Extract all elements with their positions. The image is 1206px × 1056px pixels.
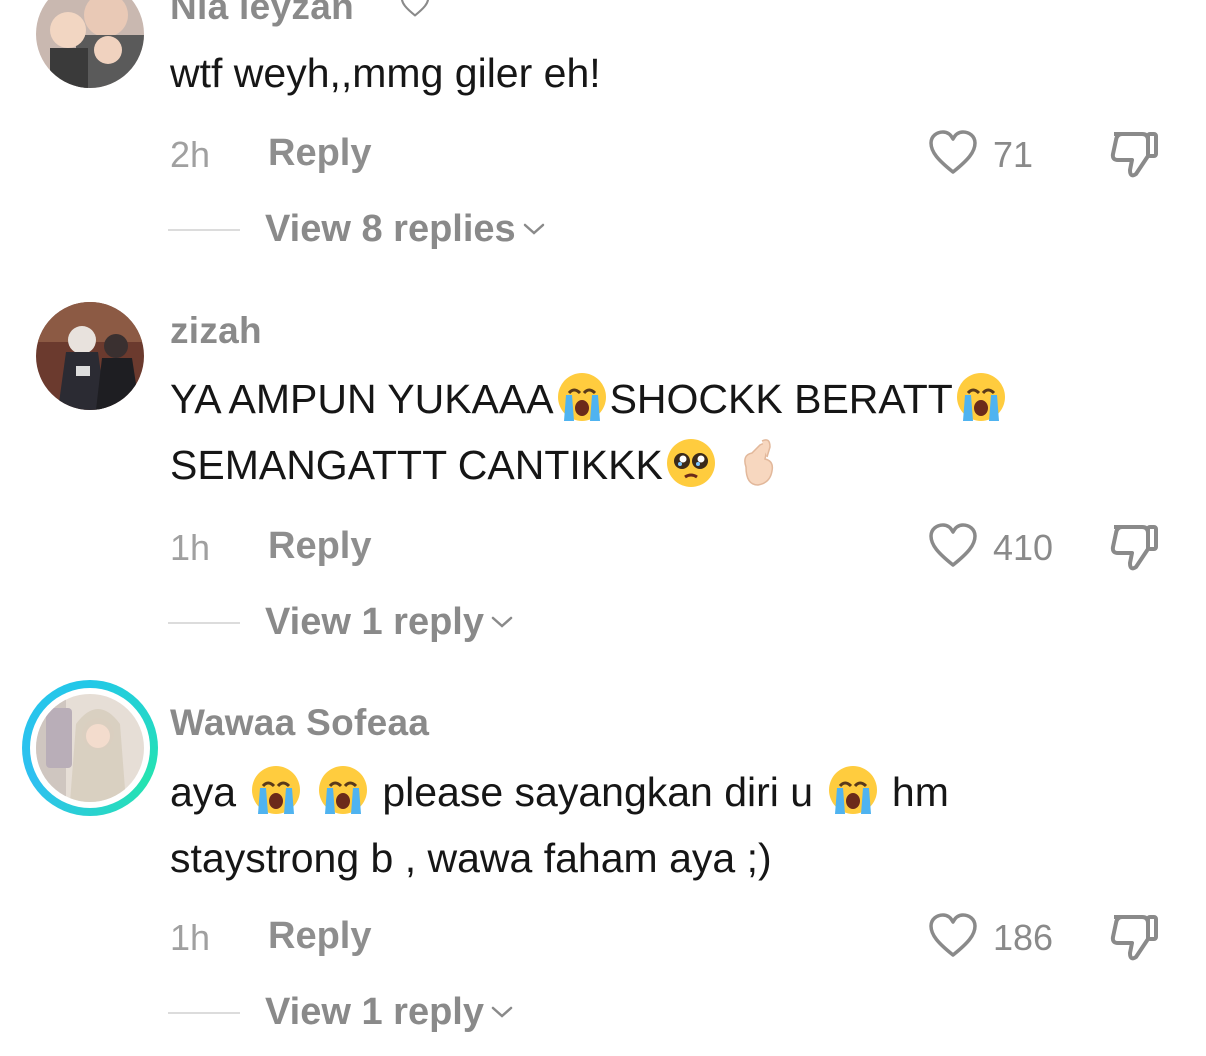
comment-text-segment: hm — [891, 769, 949, 815]
view-replies-label: View 1 reply — [265, 601, 484, 643]
finger-heart-hand-emoji — [732, 437, 784, 489]
creator-liked-heart-icon — [400, 0, 430, 23]
comment-text-segment: SEMANGATTT CANTIKKK — [170, 442, 663, 488]
timestamp: 1h — [170, 527, 211, 568]
chevron-down-icon — [522, 221, 546, 237]
replies-divider — [168, 229, 240, 231]
like-count: 71 — [993, 134, 1034, 175]
reply-button[interactable]: Reply — [268, 915, 371, 958]
loudly-crying-face-emoji — [827, 764, 879, 816]
comment-text: YA AMPUN YUKAAA SHOCKK BERATT SEMANGATTT … — [170, 366, 1160, 498]
username[interactable]: Nia leyzan — [170, 0, 354, 28]
chevron-down-icon — [490, 1004, 514, 1020]
view-replies-label: View 8 replies — [265, 208, 516, 250]
like-heart-icon[interactable] — [928, 913, 978, 959]
like-count: 186 — [993, 917, 1054, 958]
comment-text-line: wtf weyh,,mmg giler eh! — [170, 50, 601, 96]
avatar[interactable] — [36, 302, 144, 410]
like-heart-icon[interactable] — [928, 523, 978, 569]
view-replies-label: View 1 reply — [265, 991, 484, 1033]
view-replies-button[interactable]: View 1 reply — [265, 991, 514, 1034]
comment-text-segment: SHOCKK BERATT — [609, 376, 953, 422]
loudly-crying-face-emoji — [317, 764, 369, 816]
pleading-face-emoji — [665, 437, 717, 489]
view-replies-button[interactable]: View 1 reply — [265, 601, 514, 644]
username[interactable]: zizah — [170, 310, 262, 352]
dislike-icon[interactable] — [1108, 128, 1160, 180]
comment-text: wtf weyh,,mmg giler eh! — [170, 40, 1160, 106]
replies-divider — [168, 622, 240, 624]
timestamp: 2h — [170, 134, 211, 175]
loudly-crying-face-emoji — [250, 764, 302, 816]
username[interactable]: Wawaa Sofeaa — [170, 702, 429, 744]
loudly-crying-face-emoji — [955, 371, 1007, 423]
replies-divider — [168, 1012, 240, 1014]
like-heart-icon[interactable] — [928, 130, 978, 176]
comment-text: aya please sayangkan diri u hm staystron… — [170, 759, 1160, 891]
comment-text-segment: please sayangkan diri u — [382, 769, 814, 815]
reply-button[interactable]: Reply — [268, 525, 371, 568]
like-count: 410 — [993, 527, 1054, 568]
dislike-icon[interactable] — [1108, 521, 1160, 573]
dislike-icon[interactable] — [1108, 911, 1160, 963]
loudly-crying-face-emoji — [556, 371, 608, 423]
chevron-down-icon — [490, 614, 514, 630]
comment-text-segment: aya — [170, 769, 237, 815]
view-replies-button[interactable]: View 8 replies — [265, 208, 546, 251]
timestamp: 1h — [170, 917, 211, 958]
avatar[interactable] — [36, 0, 144, 88]
comment-text-segment: YA AMPUN YUKAAA — [170, 376, 554, 422]
reply-button[interactable]: Reply — [268, 132, 371, 175]
comment-text-segment: staystrong b , wawa faham aya ;) — [170, 835, 772, 881]
avatar-with-story-ring[interactable] — [22, 680, 158, 816]
avatar — [30, 688, 150, 808]
